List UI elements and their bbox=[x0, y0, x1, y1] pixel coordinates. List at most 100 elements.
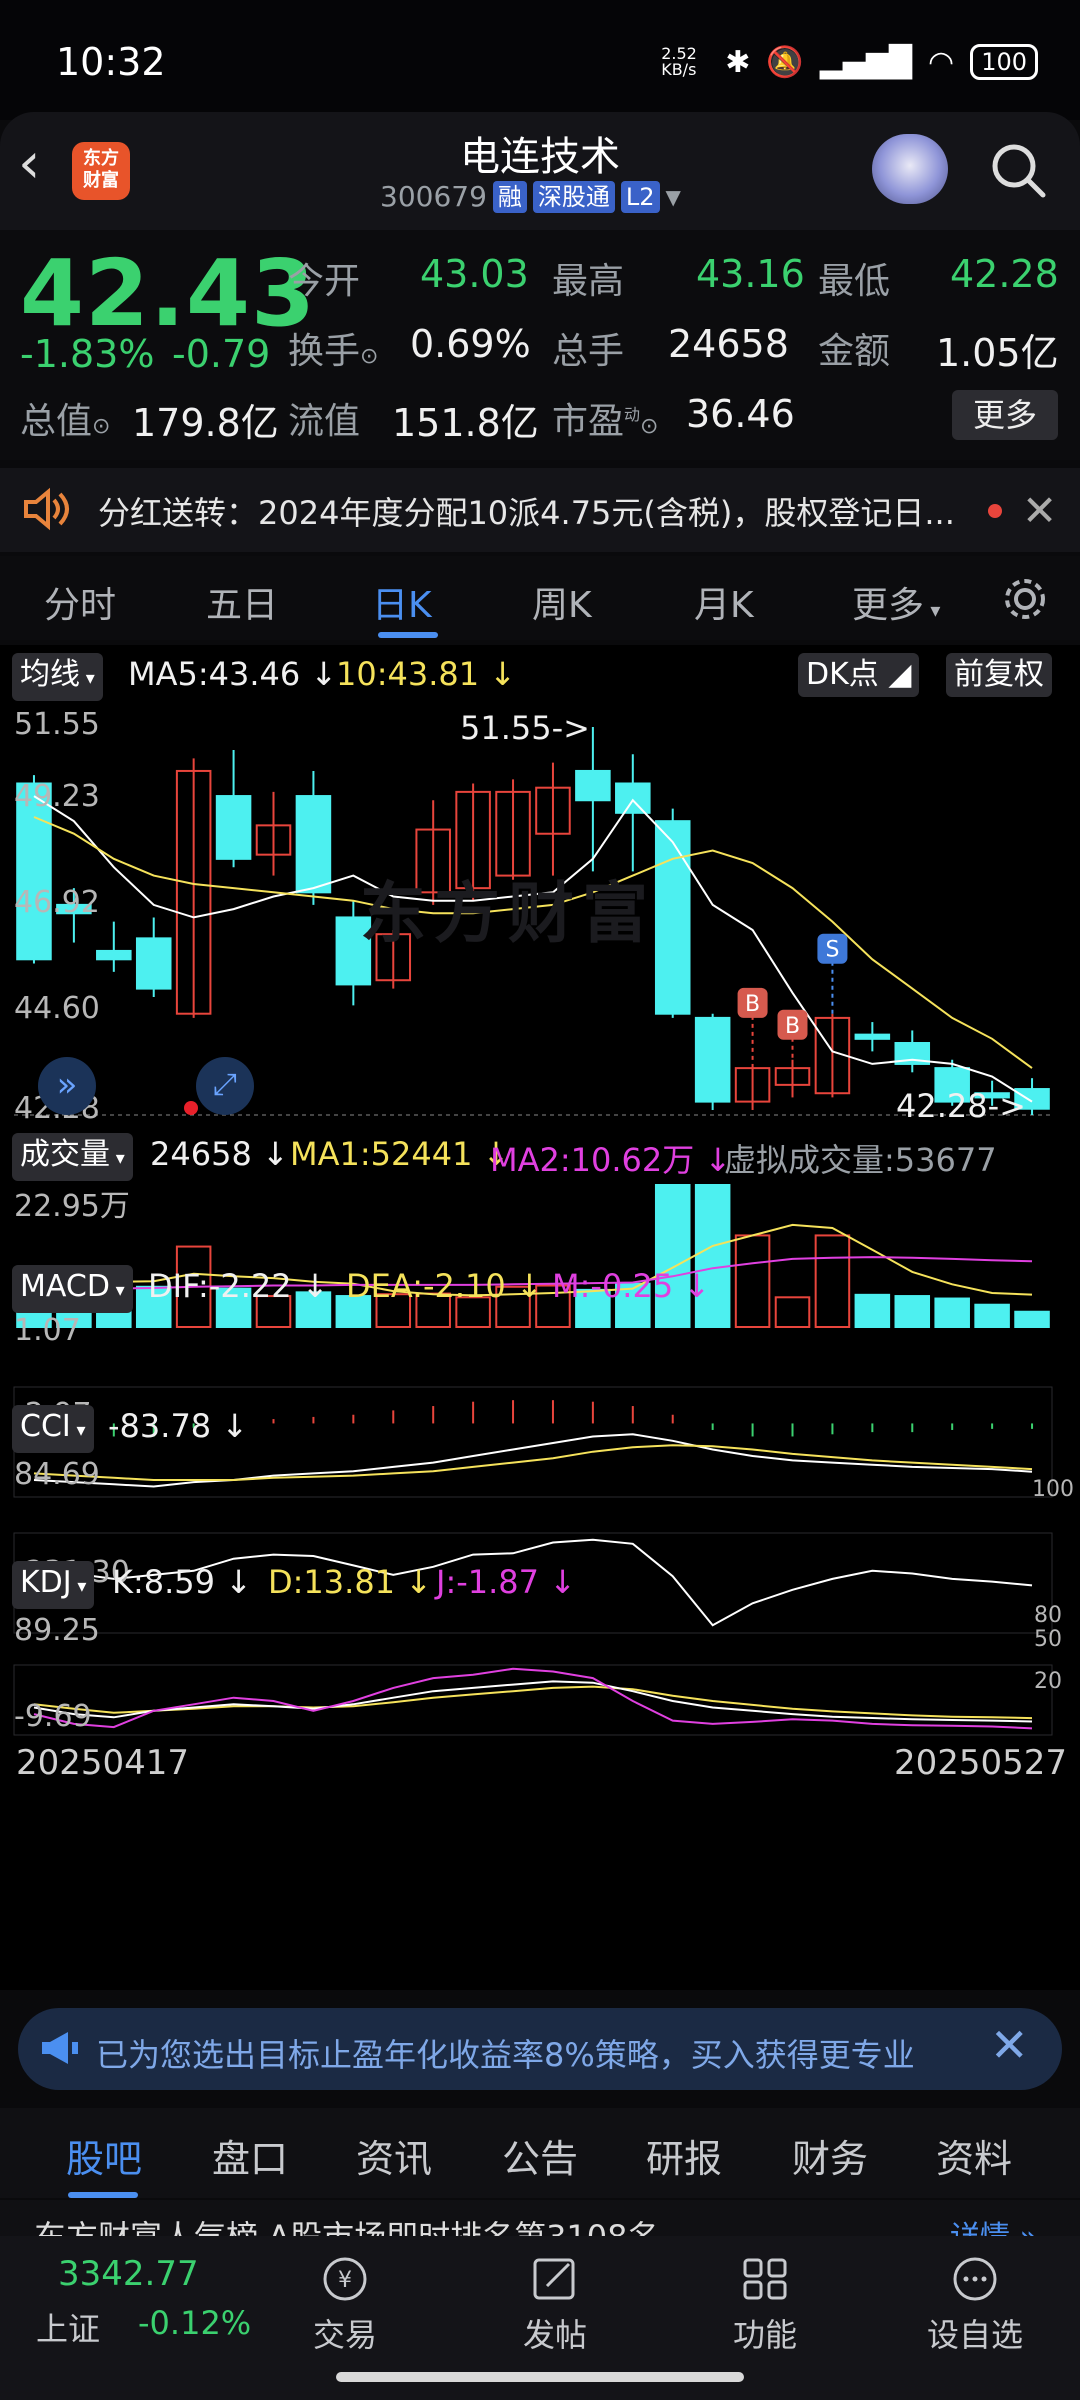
candle-body bbox=[135, 937, 172, 990]
high-label: 最高 bbox=[552, 261, 625, 302]
volume-bar bbox=[734, 1234, 771, 1328]
speaker-icon bbox=[22, 486, 72, 536]
dividend-notice[interactable]: 分红送转：2024年度分配10派4.75元(含税)，股权登记日... ✕ bbox=[0, 468, 1080, 552]
kdj-ref-50: 50 bbox=[1034, 1627, 1062, 1652]
candle-body bbox=[575, 769, 611, 802]
tab-news[interactable]: 资讯 bbox=[356, 2128, 432, 2183]
strategy-ad-banner[interactable]: 已为您选出目标止盈年化收益率8%策略，买入获得更专业 ✕ bbox=[18, 2008, 1062, 2090]
battery-icon: 100 bbox=[970, 44, 1038, 80]
fullscreen-icon[interactable]: ⤢ bbox=[196, 1057, 254, 1115]
signal-label: B bbox=[785, 1014, 800, 1039]
nav-post[interactable]: 发帖 bbox=[510, 2254, 600, 2356]
nav-trade[interactable]: ¥ 交易 bbox=[300, 2254, 390, 2356]
watermark: 东方财富 bbox=[360, 875, 656, 952]
tab-weekly-k[interactable]: 周K bbox=[532, 576, 592, 628]
signal-icon: ▂▄▆█ bbox=[819, 44, 912, 80]
tab-monthly-k[interactable]: 月K bbox=[694, 576, 754, 628]
cci-y-label-max: 84.69 bbox=[14, 1457, 100, 1492]
pe-label[interactable]: 市盈动⊙ bbox=[552, 392, 658, 444]
kdj-d: D:13.81 ↓ bbox=[268, 1563, 433, 1601]
charts-svg[interactable]: BB S bbox=[0, 645, 1080, 1990]
tab-more[interactable]: 更多 ▾ bbox=[852, 576, 940, 628]
tab-announcements[interactable]: 公告 bbox=[502, 2128, 578, 2183]
kdj-k: K:8.59 ↓ bbox=[112, 1563, 252, 1601]
more-button[interactable]: 更多 bbox=[952, 390, 1058, 440]
tab-forum[interactable]: 股吧 bbox=[66, 2128, 142, 2183]
cci-indicator-selector[interactable]: CCI ▾ bbox=[12, 1405, 94, 1453]
virtual-volume: 虚拟成交量:53677 bbox=[724, 1141, 997, 1179]
candle-body bbox=[215, 795, 252, 860]
volume-bar bbox=[934, 1297, 970, 1329]
volume-ma2: MA2:10.62万 ↓ bbox=[490, 1141, 732, 1179]
float-cap-value: 151.8亿 bbox=[392, 401, 539, 445]
volume-ma1: MA1:52441 ↓ bbox=[290, 1135, 510, 1173]
tab-five-day[interactable]: 五日 bbox=[206, 576, 278, 628]
cci-ref-label: 100 bbox=[1032, 1477, 1074, 1502]
ad-text: 已为您选出目标止盈年化收益率8%策略，买入获得更专业 bbox=[96, 2036, 915, 2074]
amount-value: 1.05亿 bbox=[936, 331, 1059, 375]
caret-down-icon: ▾ bbox=[71, 1576, 87, 1597]
caret-down-icon: ▾ bbox=[110, 1148, 125, 1169]
ma10-legend: 10:43.81 ↓ bbox=[336, 655, 517, 693]
nav-post-label: 发帖 bbox=[522, 2316, 587, 2354]
chevron-down-icon[interactable]: ▼ bbox=[666, 185, 681, 209]
volume-indicator-selector[interactable]: 成交量 ▾ bbox=[12, 1133, 133, 1181]
chart-area[interactable]: BB S 均线 ▾ MA5:43.46 ↓ 10:43.81 ↓ DK点 ◢ 前复… bbox=[0, 645, 1080, 1990]
settings-gear-icon[interactable] bbox=[1000, 574, 1050, 628]
volume-bar bbox=[894, 1295, 931, 1328]
candle-body bbox=[615, 782, 651, 814]
search-icon[interactable] bbox=[988, 140, 1048, 200]
volume-bar bbox=[694, 1184, 731, 1328]
macd-dea-line bbox=[33, 1444, 1033, 1481]
unread-dot bbox=[988, 504, 1002, 518]
popularity-row[interactable]: 东方财富人气榜 A股市场即时排名第3108名 详情 » bbox=[0, 2200, 1080, 2236]
info-icon: ⊙ bbox=[92, 414, 111, 439]
turnover-label[interactable]: 换手⊙ bbox=[288, 322, 378, 374]
mute-icon: 🔕 bbox=[766, 44, 804, 80]
tag-level2: L2 bbox=[620, 180, 660, 213]
open-value: 43.03 bbox=[420, 252, 529, 296]
active-tab-indicator bbox=[378, 632, 438, 638]
status-bar: 10:32 2.52 KB/s ✱ 🔕 ▂▄▆█ ◠ 100 bbox=[0, 0, 1080, 120]
status-time: 10:32 bbox=[56, 40, 166, 84]
tab-profile[interactable]: 资料 bbox=[936, 2128, 1012, 2183]
dk-point-toggle[interactable]: DK点 ◢ bbox=[798, 653, 920, 697]
close-icon[interactable]: ✕ bbox=[1022, 486, 1057, 535]
pe-superscript: 动 bbox=[624, 405, 641, 424]
tab-orderbook[interactable]: 盘口 bbox=[212, 2128, 288, 2183]
kline-y-label-3: 46.92 bbox=[14, 885, 100, 920]
volume-y-label-max: 22.95万 bbox=[14, 1189, 130, 1224]
date-start: 20250417 bbox=[16, 1743, 190, 1783]
kline-y-label-4: 44.60 bbox=[14, 991, 100, 1026]
popularity-detail-link[interactable]: 详情 » bbox=[950, 2212, 1038, 2236]
tag-connect: 深股通 bbox=[532, 180, 615, 213]
volume-value: 24658 ↓ bbox=[150, 1135, 289, 1173]
robot-assistant-icon[interactable] bbox=[872, 134, 948, 204]
tab-intraday[interactable]: 分时 bbox=[44, 576, 116, 628]
adjust-selector[interactable]: 前复权 bbox=[946, 653, 1052, 697]
tab-research[interactable]: 研报 bbox=[646, 2128, 722, 2183]
info-icon: ⊙ bbox=[640, 414, 659, 439]
nav-watchlist[interactable]: 设自选 bbox=[920, 2254, 1030, 2356]
kdj-j-line bbox=[33, 1667, 1033, 1730]
kdj-indicator-selector[interactable]: KDJ ▾ bbox=[12, 1561, 95, 1609]
caret-down-icon: ▾ bbox=[80, 668, 95, 689]
index-value[interactable]: 3342.77 bbox=[58, 2254, 199, 2294]
event-dot[interactable] bbox=[184, 1101, 198, 1115]
back-button[interactable]: ‹ bbox=[18, 136, 78, 196]
active-tab-indicator bbox=[68, 2192, 138, 2198]
expand-sidebar-icon[interactable]: » bbox=[38, 1057, 96, 1115]
home-indicator[interactable] bbox=[336, 2372, 744, 2382]
macd-y-label-max: 1.07 bbox=[14, 1313, 81, 1348]
edit-icon bbox=[533, 2258, 575, 2300]
kline-y-label-2: 49.23 bbox=[14, 779, 100, 814]
close-icon[interactable]: ✕ bbox=[990, 2018, 1029, 2072]
total-cap-label[interactable]: 总值⊙ bbox=[20, 392, 110, 444]
open-label: 今开 bbox=[288, 261, 361, 302]
ma-indicator-selector[interactable]: 均线 ▾ bbox=[12, 653, 103, 701]
nav-functions[interactable]: 功能 bbox=[720, 2254, 810, 2356]
period-tabs: 分时 五日 日K 周K 月K 更多 ▾ bbox=[0, 556, 1080, 640]
macd-indicator-selector[interactable]: MACD ▾ bbox=[12, 1265, 133, 1313]
tab-financials[interactable]: 财务 bbox=[792, 2128, 868, 2183]
tab-daily-k[interactable]: 日K bbox=[372, 576, 432, 628]
